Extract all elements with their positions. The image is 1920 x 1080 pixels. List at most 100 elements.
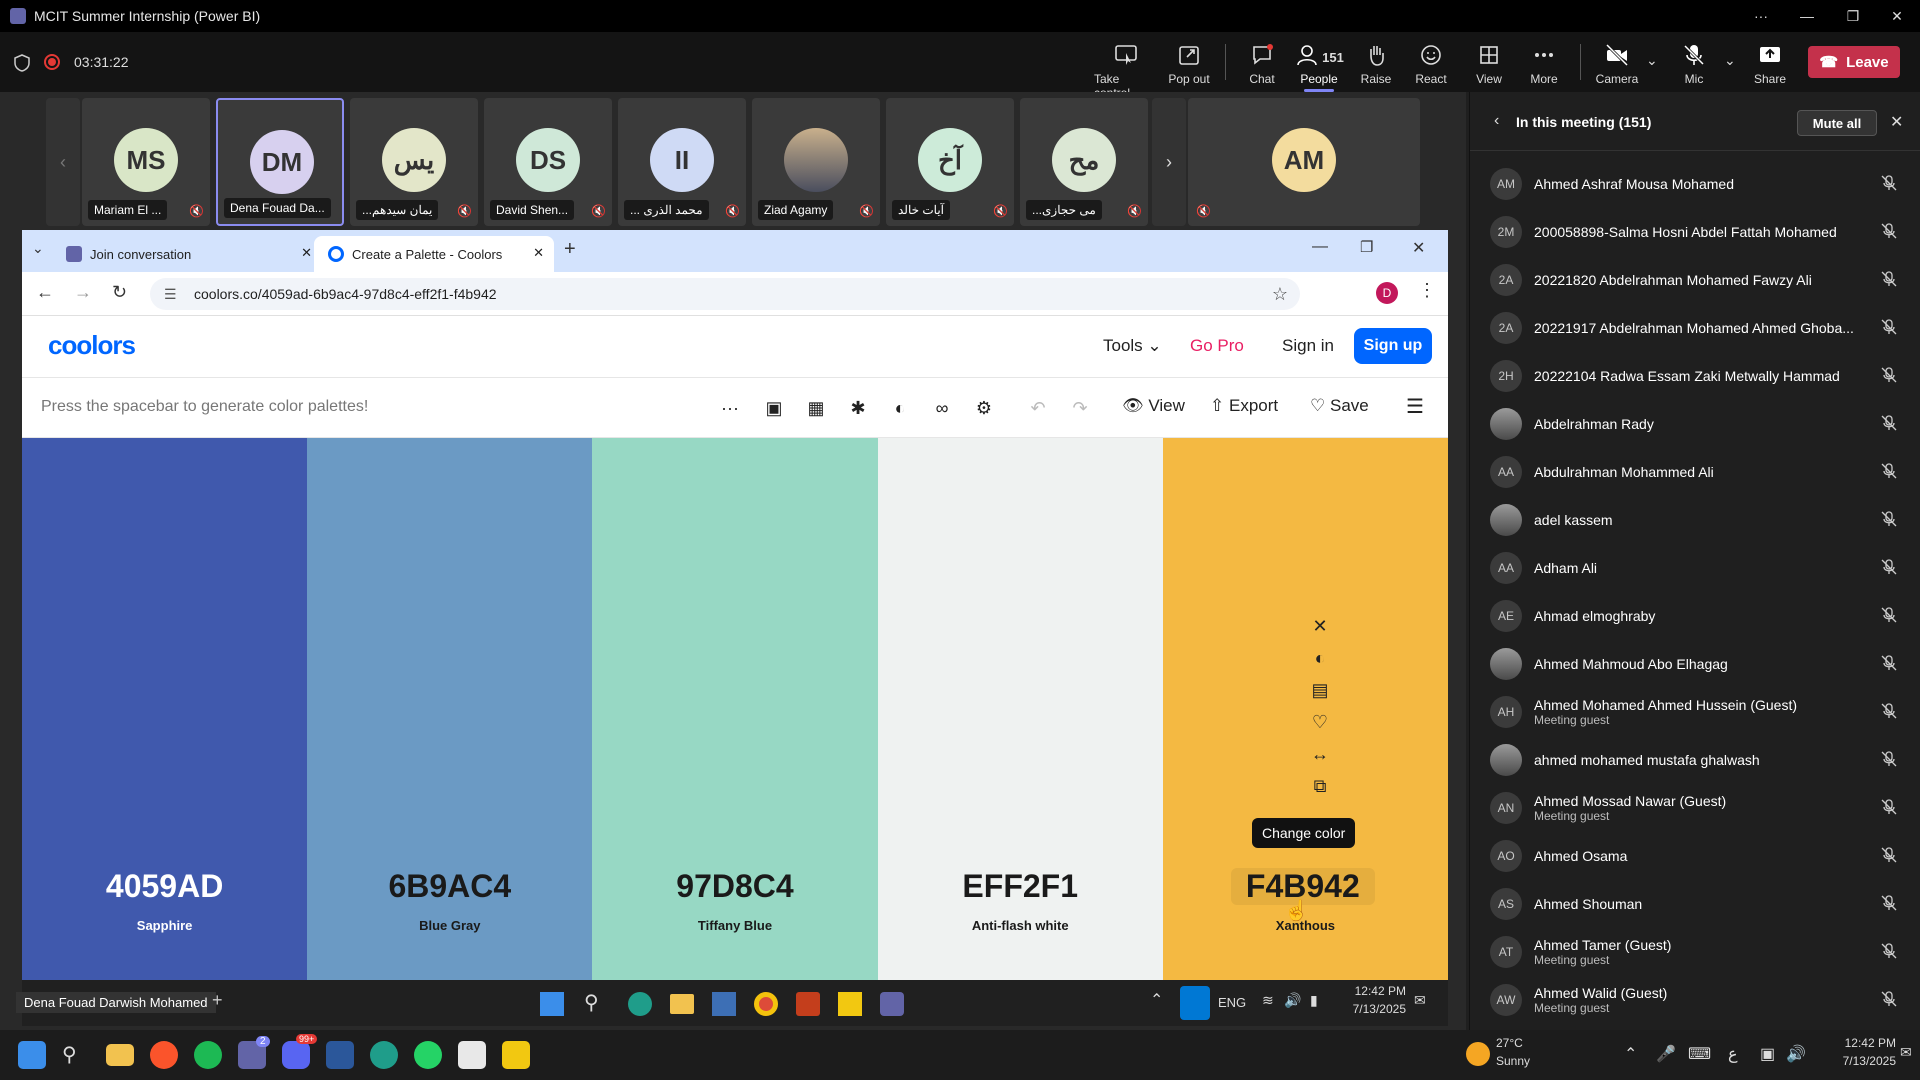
- notification-bell-icon[interactable]: ✉: [1414, 992, 1426, 1009]
- notification-icon[interactable]: ✉: [1900, 1044, 1912, 1061]
- muted-mic-icon[interactable]: [1880, 606, 1898, 624]
- mute-all-button[interactable]: Mute all: [1797, 110, 1877, 136]
- windows-start-icon[interactable]: [540, 992, 564, 1016]
- view-button[interactable]: 👁 View: [1122, 396, 1185, 416]
- muted-mic-icon[interactable]: [1880, 510, 1898, 528]
- volume-icon[interactable]: 🔊: [1786, 1044, 1806, 1064]
- view-shades-icon[interactable]: ▤: [1305, 674, 1335, 706]
- coolors-logo[interactable]: coolors: [48, 330, 136, 361]
- camera-button[interactable]: Camera: [1585, 42, 1649, 86]
- swatch-color-name[interactable]: Anti-flash white: [878, 918, 1163, 933]
- back-arrow-icon[interactable]: ←: [36, 282, 54, 303]
- muted-mic-icon[interactable]: [1880, 270, 1898, 288]
- participant-row[interactable]: AW Ahmed Walid (Guest) Meeting guest: [1490, 976, 1910, 1024]
- mic-options-chevron-icon[interactable]: ⌄: [1724, 52, 1736, 69]
- profile-avatar[interactable]: D: [1376, 282, 1398, 304]
- participant-tile[interactable]: II ... محمد الذرى 🔇: [618, 98, 746, 226]
- muted-mic-icon[interactable]: [1880, 798, 1898, 816]
- participant-row[interactable]: AO Ahmed Osama: [1490, 832, 1910, 880]
- mic-active-icon[interactable]: [1180, 986, 1210, 1020]
- participant-tile[interactable]: مح ...مى حجازى 🔇: [1020, 98, 1148, 226]
- network-icon[interactable]: ▣: [1760, 1044, 1775, 1064]
- sign-in-link[interactable]: Sign in: [1282, 336, 1334, 356]
- tab-join-conversation[interactable]: Join conversation ✕: [52, 236, 322, 272]
- participant-row[interactable]: Abdelrahman Rady: [1490, 400, 1910, 448]
- people-button[interactable]: 151 People: [1287, 42, 1351, 92]
- site-info-icon[interactable]: ☰: [164, 278, 177, 310]
- word-icon[interactable]: [326, 1041, 354, 1069]
- participant-tile-active[interactable]: DM Dena Fouad Da...: [216, 98, 344, 226]
- participant-row[interactable]: Ahmed Mahmoud Abo Elhagag: [1490, 640, 1910, 688]
- strip-prev-button[interactable]: ‹: [46, 98, 80, 226]
- glasses-icon[interactable]: ∞: [930, 396, 954, 420]
- participant-row[interactable]: 2H 20222104 Radwa Essam Zaki Metwally Ham…: [1490, 352, 1910, 400]
- bookmark-star-icon[interactable]: ☆: [1272, 278, 1288, 310]
- browser-close-icon[interactable]: ✕: [1412, 238, 1425, 258]
- participant-tile[interactable]: آخ آيات خالد 🔇: [886, 98, 1014, 226]
- file-explorer-icon[interactable]: [670, 994, 694, 1014]
- camera-icon[interactable]: ▣: [762, 396, 786, 420]
- mic-icon[interactable]: 🎤: [1656, 1044, 1676, 1064]
- hamburger-menu-icon[interactable]: ☰: [1406, 394, 1424, 419]
- participant-row[interactable]: 2A 20221917 Abdelrahman Mohamed Ahmed Gho…: [1490, 304, 1910, 352]
- participant-tile[interactable]: DS David Shen... 🔇: [484, 98, 612, 226]
- add-icon[interactable]: +: [212, 990, 223, 1011]
- minimize-button[interactable]: —: [1784, 0, 1830, 32]
- tools-menu[interactable]: Tools ⌄: [1103, 336, 1162, 356]
- input-language[interactable]: ENG: [1218, 995, 1246, 1010]
- more-options-icon[interactable]: ···: [718, 396, 742, 420]
- participant-tile[interactable]: يس ...يمان سيدهم 🔇: [350, 98, 478, 226]
- chat-button[interactable]: Chat: [1230, 42, 1294, 86]
- swatch-hex[interactable]: EFF2F1: [878, 868, 1163, 905]
- save-button[interactable]: ♡ Save: [1310, 396, 1369, 416]
- muted-mic-icon[interactable]: [1880, 462, 1898, 480]
- restore-button[interactable]: ❐: [1830, 0, 1876, 32]
- browser-minimize-icon[interactable]: —: [1312, 238, 1328, 256]
- muted-mic-icon[interactable]: [1880, 894, 1898, 912]
- generate-method-icon[interactable]: ✱: [846, 396, 870, 420]
- favorite-heart-icon[interactable]: ♡: [1305, 706, 1335, 738]
- participant-row[interactable]: adel kassem: [1490, 496, 1910, 544]
- app-icon[interactable]: [712, 992, 736, 1016]
- chrome-icon[interactable]: [754, 992, 778, 1016]
- forward-arrow-icon[interactable]: →: [74, 282, 92, 303]
- browser-menu-icon[interactable]: ⋮: [1418, 280, 1436, 301]
- more-options-icon[interactable]: ···: [1738, 0, 1784, 32]
- participant-row[interactable]: AM Ahmed Ashraf Mousa Mohamed: [1490, 160, 1910, 208]
- participant-row[interactable]: AS Ahmed Shouman: [1490, 880, 1910, 928]
- mic-button[interactable]: Mic: [1662, 42, 1726, 86]
- swatch-hex[interactable]: 4059AD: [22, 868, 307, 905]
- more-button[interactable]: More: [1512, 42, 1576, 86]
- windows-start-icon[interactable]: [18, 1041, 46, 1069]
- battery-icon[interactable]: ▮: [1310, 992, 1318, 1009]
- participant-row[interactable]: AA Abdulrahman Mohammed Ali: [1490, 448, 1910, 496]
- participant-row[interactable]: AE Ahmad elmoghraby: [1490, 592, 1910, 640]
- muted-mic-icon[interactable]: [1880, 990, 1898, 1008]
- participant-row[interactable]: 2M 200058898-Salma Hosni Abdel Fattah Moh…: [1490, 208, 1910, 256]
- muted-mic-icon[interactable]: [1880, 702, 1898, 720]
- adjust-sliders-icon[interactable]: ⚙: [972, 396, 996, 420]
- muted-mic-icon[interactable]: [1880, 750, 1898, 768]
- muted-mic-icon[interactable]: [1880, 414, 1898, 432]
- edge-icon[interactable]: [628, 992, 652, 1016]
- participant-row[interactable]: ahmed mohamed mustafa ghalwash: [1490, 736, 1910, 784]
- url-field[interactable]: ☰ coolors.co/4059ad-6b9ac4-97d8c4-eff2f1…: [150, 278, 1300, 310]
- teams-icon[interactable]: [880, 992, 904, 1016]
- color-swatch[interactable]: 4059AD Sapphire: [22, 438, 308, 980]
- participant-tile[interactable]: Ziad Agamy 🔇: [752, 98, 880, 226]
- tab-close-icon[interactable]: ✕: [301, 245, 312, 261]
- participant-tile[interactable]: AM 🔇: [1188, 98, 1420, 226]
- undo-icon[interactable]: ↶: [1026, 396, 1050, 420]
- muted-mic-icon[interactable]: [1880, 846, 1898, 864]
- redo-icon[interactable]: ↷: [1068, 396, 1092, 420]
- search-icon[interactable]: ⚲: [584, 990, 599, 1015]
- whatsapp-icon[interactable]: [414, 1041, 442, 1069]
- back-chevron-icon[interactable]: ‹: [1494, 112, 1499, 130]
- swatch-hex[interactable]: 97D8C4: [592, 868, 877, 905]
- copy-hex-icon[interactable]: ⧉: [1305, 770, 1335, 802]
- swatch-color-name[interactable]: Sapphire: [22, 918, 307, 933]
- tab-coolors[interactable]: Create a Palette - Coolors ✕: [314, 236, 554, 272]
- table-icon[interactable]: ▦: [804, 396, 828, 420]
- wifi-icon[interactable]: ≋: [1262, 992, 1274, 1009]
- participant-row[interactable]: 2A 20221820 Abdelrahman Mohamed Fawzy Ali: [1490, 256, 1910, 304]
